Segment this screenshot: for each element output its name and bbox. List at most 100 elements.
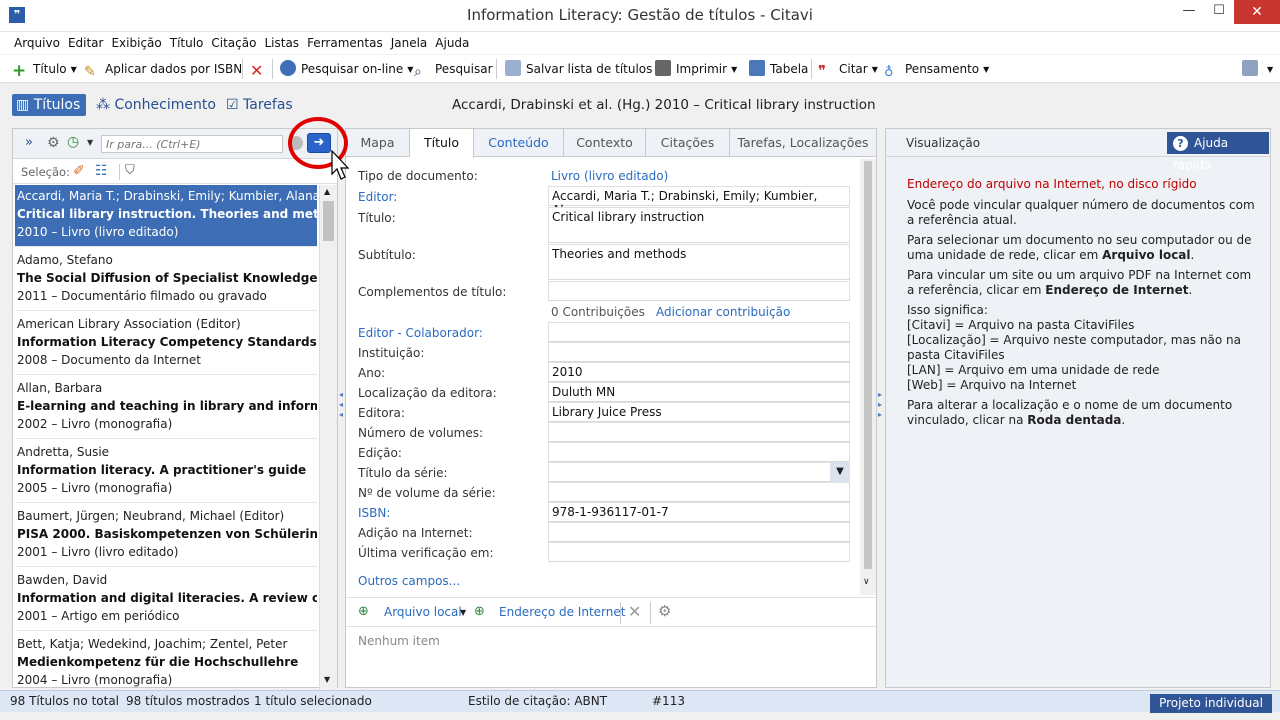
minimize-button[interactable]: —	[1173, 0, 1205, 24]
menu-citacao[interactable]: Citação	[207, 32, 260, 54]
tab-contexto[interactable]: Contexto	[564, 129, 646, 157]
list-item[interactable]: Accardi, Maria T.; Drabinski, Emily; Kum…	[15, 185, 317, 247]
list-scrollbar[interactable]: ▲ ▼	[319, 185, 337, 689]
nav-conhecimento[interactable]: ⁂ Conhecimento	[92, 94, 220, 116]
more-fields-link[interactable]: Outros campos...	[358, 574, 460, 588]
preview-header: Visualização ? Ajuda rápida	[886, 129, 1270, 172]
local-file-button[interactable]: Arquivo local	[384, 605, 462, 619]
filter-funnel-icon[interactable]: ⛉	[125, 163, 135, 178]
editor-field[interactable]: Accardi, Maria T.; Drabinski, Emily; Kum…	[548, 186, 850, 217]
menu-listas[interactable]: Listas	[260, 32, 303, 54]
tab-conteudo[interactable]: Conteúdo	[474, 129, 564, 157]
thought-button[interactable]: ♁ Pensamento ▼	[884, 60, 989, 80]
list-item[interactable]: Bawden, David Information and digital li…	[15, 569, 317, 631]
added-internet-field[interactable]	[548, 522, 850, 542]
year-field[interactable]: 2010	[548, 362, 850, 382]
collaborator-field[interactable]	[548, 322, 850, 342]
close-button[interactable]: ✕	[1234, 0, 1280, 24]
item-title: Information literacy. A practitioner's g…	[17, 463, 307, 477]
print-button[interactable]: Imprimir ▼	[655, 60, 737, 78]
publisher-field[interactable]: Library Juice Press	[548, 402, 850, 422]
item-authors: Bawden, David	[17, 573, 108, 587]
left-splitter-handle[interactable]: ◂ ◂ ◂	[339, 390, 344, 430]
search-online-button[interactable]: Pesquisar on-line ▼	[280, 60, 413, 78]
tab-titulo[interactable]: Título	[410, 129, 474, 158]
quote-icon: ❞	[818, 62, 827, 80]
menu-arquivo[interactable]: Arquivo	[10, 32, 64, 54]
collaborator-label-link[interactable]: Editor - Colaborador:	[358, 326, 483, 340]
series-volume-field[interactable]	[548, 482, 850, 502]
gear-icon[interactable]: ⚙	[47, 135, 60, 151]
title-supplement-field[interactable]	[548, 281, 850, 301]
select-list-icon[interactable]: ☷	[95, 163, 108, 179]
title-bar: ❞ Information Literacy: Gestão de título…	[0, 0, 1280, 32]
menu-editar[interactable]: Editar	[64, 32, 108, 54]
series-title-field[interactable]	[548, 462, 850, 482]
gear-icon[interactable]: ⚙	[658, 602, 671, 620]
menu-titulo[interactable]: Título	[166, 32, 208, 54]
list-item[interactable]: Bett, Katja; Wedekind, Joachim; Zentel, …	[15, 633, 317, 689]
edition-field[interactable]	[548, 442, 850, 462]
list-item[interactable]: American Library Association (Editor) In…	[15, 313, 317, 375]
apply-isbn-button[interactable]: ✎ Aplicar dados por ISBN	[84, 60, 242, 80]
menu-ferramentas[interactable]: Ferramentas	[303, 32, 387, 54]
tab-citacoes[interactable]: Citações	[646, 129, 730, 157]
help-paragraph: Isso significa:	[907, 303, 988, 317]
volumes-field[interactable]	[548, 422, 850, 442]
nav-titulos[interactable]: ▥ Títulos	[12, 94, 86, 116]
scroll-up-icon[interactable]: ▲	[324, 187, 330, 196]
project-type-button[interactable]: Projeto individual	[1150, 694, 1272, 713]
list-item[interactable]: Allan, Barbara E-learning and teaching i…	[15, 377, 317, 439]
nav-tarefas[interactable]: ☑ Tarefas	[222, 94, 297, 116]
right-splitter-handle[interactable]: ▸ ▸ ▸	[878, 390, 884, 430]
isbn-label-link[interactable]: ISBN:	[358, 506, 390, 520]
scroll-thumb[interactable]	[323, 201, 334, 241]
history-clock-icon[interactable]: ◷	[67, 134, 79, 150]
status-citation-style[interactable]: Estilo de citação: ABNT	[468, 694, 607, 708]
table-button[interactable]: Tabela	[749, 60, 808, 78]
select-pencil-icon[interactable]: ✐	[73, 163, 85, 179]
list-item[interactable]: Adamo, Stefano The Social Diffusion of S…	[15, 249, 317, 311]
item-year-type: 2011 – Documentário filmado ou gravado	[17, 289, 267, 303]
quick-help-button[interactable]: ? Ajuda rápida	[1167, 132, 1269, 172]
goto-input[interactable]	[101, 135, 283, 153]
save-list-button[interactable]: Salvar lista de títulos	[505, 60, 652, 78]
document-type-link[interactable]: Livro (livro editado)	[551, 169, 668, 183]
detail-scrollbar[interactable]: ∨	[860, 159, 876, 595]
menu-janela[interactable]: Janela	[387, 32, 432, 54]
no-items-text: Nenhum item	[358, 634, 440, 648]
list-item[interactable]: Baumert, Jürgen; Neubrand, Michael (Edit…	[15, 505, 317, 567]
maximize-button[interactable]: ☐	[1203, 0, 1235, 24]
search-button[interactable]: ⌕ Pesquisar	[414, 60, 493, 80]
item-year-type: 2010 – Livro (livro editado)	[17, 225, 179, 239]
isbn-field[interactable]: 978-1-936117-01-7	[548, 502, 850, 522]
expand-chevron-icon[interactable]: »	[25, 135, 33, 150]
add-contribution-link[interactable]: Adicionar contribuição	[656, 305, 790, 319]
title-field[interactable]: Critical library instruction	[548, 207, 850, 243]
cite-button[interactable]: ❞ Citar ▼	[818, 60, 878, 80]
delete-button[interactable]: ✕	[250, 60, 271, 79]
series-dropdown-icon[interactable]: ▼	[830, 462, 850, 482]
subtitle-field[interactable]: Theories and methods	[548, 244, 850, 280]
layout-menu-button[interactable]: ▼	[1242, 60, 1273, 78]
help-line: [Citavi] = Arquivo na pasta CitaviFiles	[907, 318, 1135, 332]
tab-tarefas-localizacoes[interactable]: Tarefas, Localizações	[730, 129, 876, 157]
web-address-button[interactable]: Endereço de Internet	[499, 605, 625, 619]
last-checked-field[interactable]	[548, 542, 850, 562]
publisher-location-field[interactable]: Duluth MN	[548, 382, 850, 402]
list-item[interactable]: Andretta, Susie Information literacy. A …	[15, 441, 317, 503]
tab-mapa[interactable]: Mapa	[346, 129, 410, 157]
add-title-button[interactable]: + Título ▼	[12, 60, 77, 80]
menu-ajuda[interactable]: Ajuda	[431, 32, 473, 54]
editor-label-link[interactable]: Editor:	[358, 190, 397, 204]
scroll-down-icon[interactable]: ∨	[863, 577, 870, 587]
remove-attachment-icon[interactable]: ✕	[628, 602, 641, 621]
item-year-type: 2002 – Livro (monografia)	[17, 417, 173, 431]
attachments-toolbar: ⊕ Arquivo local ▼ ⊕ Endereço de Internet…	[346, 597, 876, 627]
history-dropdown-icon[interactable]: ▼	[87, 138, 93, 147]
scroll-thumb[interactable]	[864, 161, 872, 569]
institution-field[interactable]	[548, 342, 850, 362]
scroll-down-icon[interactable]: ▼	[324, 675, 330, 684]
menu-exibicao[interactable]: Exibição	[107, 32, 165, 54]
local-file-dropdown-icon[interactable]: ▼	[460, 608, 466, 617]
